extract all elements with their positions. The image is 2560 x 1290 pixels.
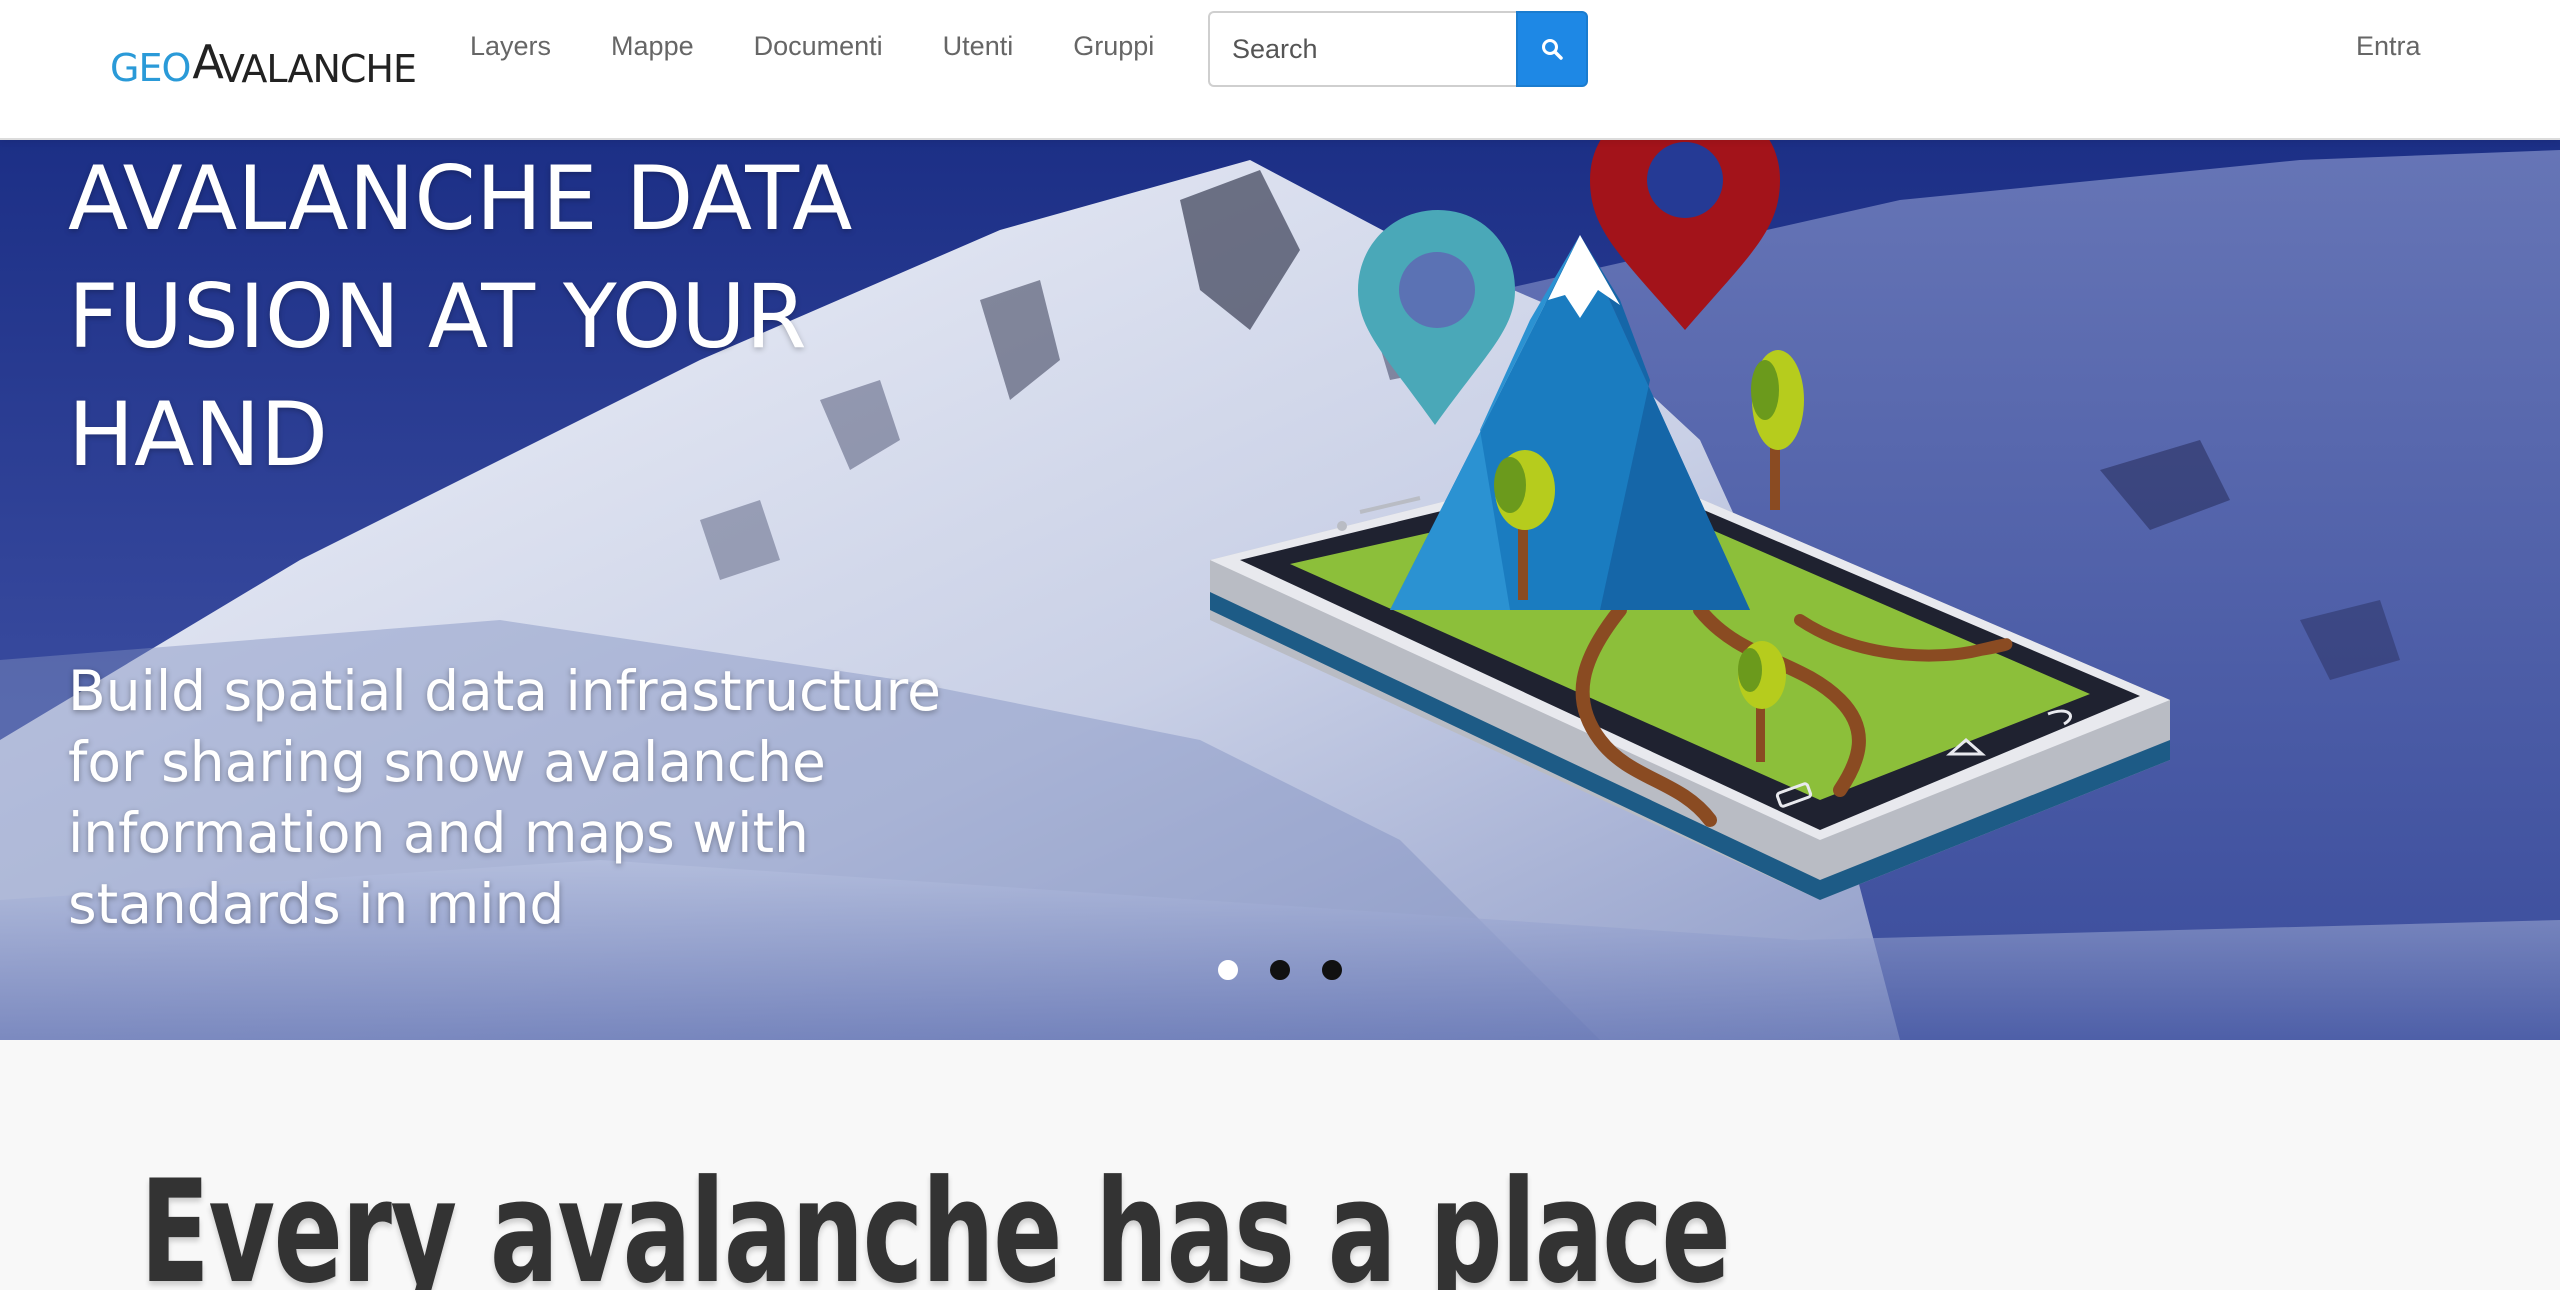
search-button[interactable] [1516, 11, 1588, 87]
intro-heading: Every avalanche has a place [140, 1150, 1731, 1290]
search-input[interactable] [1208, 11, 1516, 87]
brand-logo[interactable]: GEO A VALANCHE [110, 34, 417, 94]
nav-link-gruppi[interactable]: Gruppi [1043, 0, 1184, 92]
brand-logo-a: A [192, 35, 223, 89]
carousel-indicator-3[interactable] [1322, 960, 1342, 980]
intro-section: Every avalanche has a place [0, 1040, 2560, 1290]
search-icon [1542, 39, 1563, 60]
phone-map-illustration [1210, 140, 2170, 900]
nav-link-mappe[interactable]: Mappe [581, 0, 724, 92]
nav-link-documenti[interactable]: Documenti [724, 0, 913, 92]
top-navbar: GEO A VALANCHE Layers Mappe Documenti Ut… [0, 0, 2560, 140]
hero-title: AVALANCHE DATA FUSION AT YOUR HAND [68, 147, 853, 486]
search-form [1208, 11, 1588, 87]
carousel-indicator-1[interactable] [1218, 960, 1238, 980]
main-nav: Layers Mappe Documenti Utenti Gruppi [470, 0, 1184, 92]
brand-logo-rest: VALANCHE [218, 47, 417, 91]
login-link[interactable]: Entra [2356, 0, 2421, 92]
nav-link-utenti[interactable]: Utenti [913, 0, 1044, 92]
nav-link-layers[interactable]: Layers [470, 0, 581, 92]
hero-carousel: AVALANCHE DATA FUSION AT YOUR HAND Build… [0, 140, 2560, 1040]
carousel-indicators [1218, 960, 1342, 980]
brand-logo-geo: GEO [110, 46, 191, 90]
carousel-indicator-2[interactable] [1270, 960, 1290, 980]
hero-subtitle: Build spatial data infrastructure for sh… [68, 659, 941, 936]
